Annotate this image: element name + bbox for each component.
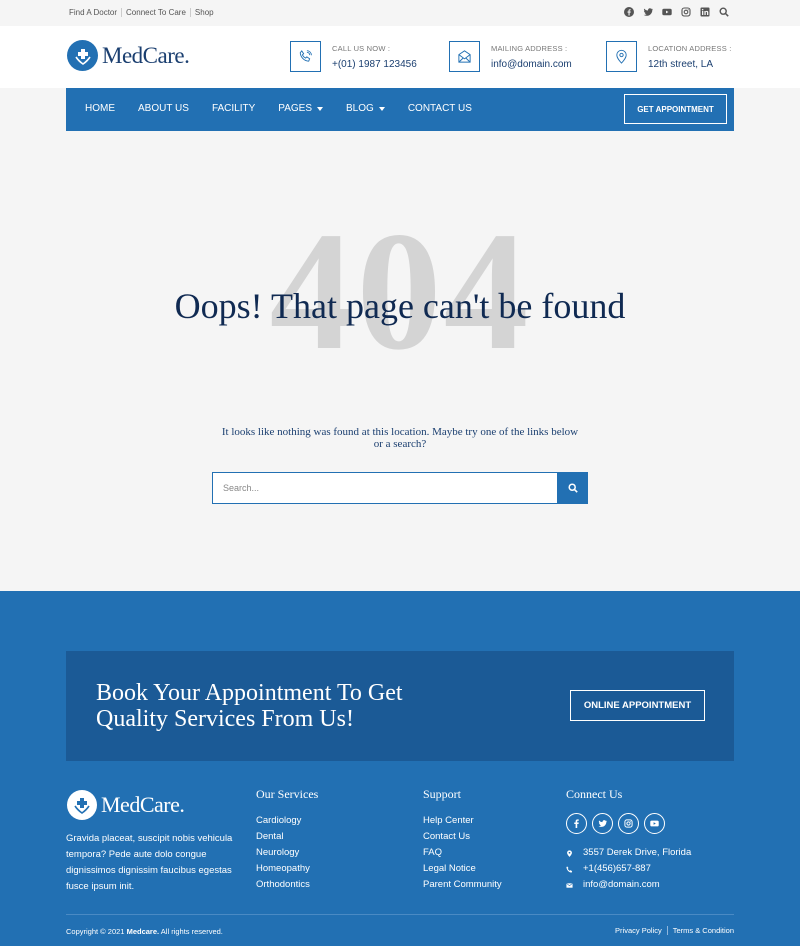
appointment-cta: Book Your Appointment To Get Quality Ser… xyxy=(66,651,734,761)
mail-label: MAILING ADDRESS : xyxy=(491,43,568,53)
nav-item-pages[interactable]: PAGES xyxy=(278,103,324,114)
call-label: CALL US NOW : xyxy=(332,43,391,53)
contact-address: 3557 Derek Drive, Florida xyxy=(566,845,691,861)
copyright-prefix: Copyright © 2021 xyxy=(66,927,125,936)
phone-text[interactable]: +1(456)657-887 xyxy=(583,861,651,877)
support-link-legal-notice[interactable]: Legal Notice xyxy=(423,861,502,877)
copyright-brand: Medcare. xyxy=(126,927,160,936)
caret-down-icon xyxy=(317,106,324,111)
location-value: 12th street, LA xyxy=(648,58,714,70)
mail-info: MAILING ADDRESS : info@domain.com xyxy=(449,41,572,72)
copyright-suffix: All rights reserved. xyxy=(160,927,223,936)
footer-logo-wordmark: MedCare. xyxy=(101,792,185,817)
footer-connect: Connect Us 3557 Derek Drive, Florida +1(… xyxy=(566,787,691,893)
location-info: LOCATION ADDRESS : 12th street, LA xyxy=(606,41,731,72)
footer-support: Support Help Center Contact Us FAQ Legal… xyxy=(423,787,502,893)
support-link-parent-community[interactable]: Parent Community xyxy=(423,877,502,893)
footer-description: Gravida placeat, suscipit nobis vehicula… xyxy=(66,833,233,892)
nav-label: FACILITY xyxy=(211,103,256,114)
map-pin-icon xyxy=(606,41,637,72)
footer-social-icons xyxy=(566,813,691,834)
top-bar: Find A Doctor Connect To Care Shop xyxy=(0,0,800,26)
call-info: CALL US NOW : +(01) 1987 123456 xyxy=(290,41,417,72)
linkedin-icon[interactable] xyxy=(700,7,710,17)
caret-down-icon xyxy=(378,106,385,111)
footer-services: Our Services Cardiology Dental Neurology… xyxy=(256,787,318,893)
top-link-find-doctor[interactable]: Find A Doctor xyxy=(69,8,123,17)
instagram-icon[interactable] xyxy=(618,813,639,834)
services-link-cardiology[interactable]: Cardiology xyxy=(256,813,318,829)
search-button[interactable] xyxy=(558,472,588,504)
main-nav: HOME ABOUT US FACILITY PAGES BLOG CONTAC… xyxy=(66,88,734,131)
support-link-contact-us[interactable]: Contact Us xyxy=(423,829,502,845)
support-link-faq[interactable]: FAQ xyxy=(423,845,502,861)
search-form xyxy=(212,472,588,504)
services-link-neurology[interactable]: Neurology xyxy=(256,845,318,861)
nav-label: BLOG xyxy=(346,103,374,114)
twitter-icon[interactable] xyxy=(643,7,653,17)
error-title: Oops! That page can't be found xyxy=(174,286,626,326)
email-text[interactable]: info@domain.com xyxy=(583,877,660,893)
mail-value[interactable]: info@domain.com xyxy=(491,59,572,70)
contact-phone: +1(456)657-887 xyxy=(566,861,691,877)
contact-email: info@domain.com xyxy=(566,877,691,893)
youtube-icon[interactable] xyxy=(644,813,665,834)
nav-label: CONTACT US xyxy=(407,103,472,114)
nav-item-blog[interactable]: BLOG xyxy=(346,103,385,114)
search-input[interactable] xyxy=(212,472,558,504)
support-link-help-center[interactable]: Help Center xyxy=(423,813,502,829)
services-link-dental[interactable]: Dental xyxy=(256,829,318,845)
nav-item-contact-us[interactable]: CONTACT US xyxy=(408,103,472,114)
logo-wordmark: MedCare. xyxy=(102,42,190,68)
phone-icon xyxy=(566,865,583,873)
site-header: MedCare. CALL US NOW : +(01) 1987 123456… xyxy=(0,26,800,88)
twitter-icon[interactable] xyxy=(592,813,613,834)
site-logo[interactable]: MedCare. xyxy=(67,40,190,71)
connect-heading: Connect Us xyxy=(566,787,623,801)
privacy-policy-link[interactable]: Privacy Policy xyxy=(610,926,667,935)
location-label: LOCATION ADDRESS : xyxy=(648,43,732,53)
services-link-homeopathy[interactable]: Homeopathy xyxy=(256,861,318,877)
address-text: 3557 Derek Drive, Florida xyxy=(583,847,692,858)
copyright: Copyright © 2021 Medcare. All rights res… xyxy=(66,927,223,936)
footer-logo[interactable]: MedCare. xyxy=(67,790,185,820)
services-heading: Our Services xyxy=(256,787,319,801)
top-link-shop[interactable]: Shop xyxy=(191,8,218,17)
nav-label: PAGES xyxy=(278,103,313,114)
facebook-icon[interactable] xyxy=(566,813,587,834)
phone-icon xyxy=(290,41,321,72)
map-pin-icon xyxy=(566,849,583,857)
youtube-icon[interactable] xyxy=(662,7,672,17)
footer-divider xyxy=(66,914,734,915)
call-value[interactable]: +(01) 1987 123456 xyxy=(332,59,417,70)
search-icon xyxy=(568,483,578,493)
online-appointment-button[interactable]: ONLINE APPOINTMENT xyxy=(570,690,705,721)
search-icon[interactable] xyxy=(719,7,729,17)
medcare-logo-icon xyxy=(67,40,98,71)
nav-item-home[interactable]: HOME xyxy=(85,103,115,114)
legal-links: Privacy Policy Terms & Condition xyxy=(610,926,734,935)
top-links: Find A Doctor Connect To Care Shop xyxy=(69,8,218,17)
nav-label: ABOUT US xyxy=(138,103,189,114)
cta-title: Book Your Appointment To Get Quality Ser… xyxy=(96,680,403,732)
nav-item-facility[interactable]: FACILITY xyxy=(212,103,255,114)
services-link-orthodontics[interactable]: Orthodontics xyxy=(256,877,318,893)
terms-condition-link[interactable]: Terms & Condition xyxy=(666,926,734,935)
top-social-icons xyxy=(624,7,729,17)
nav-item-about-us[interactable]: ABOUT US xyxy=(138,103,189,114)
medcare-logo-icon xyxy=(67,790,97,820)
top-link-connect-care[interactable]: Connect To Care xyxy=(122,8,191,17)
support-heading: Support xyxy=(423,787,462,801)
nav-label: HOME xyxy=(85,103,115,114)
envelope-icon xyxy=(566,882,583,889)
instagram-icon[interactable] xyxy=(681,7,691,17)
get-appointment-button[interactable]: GET APPOINTMENT xyxy=(624,94,727,124)
error-message: It looks like nothing was found at this … xyxy=(221,426,579,450)
facebook-icon[interactable] xyxy=(624,7,634,17)
site-footer: Book Your Appointment To Get Quality Ser… xyxy=(0,591,800,946)
envelope-icon xyxy=(449,41,480,72)
